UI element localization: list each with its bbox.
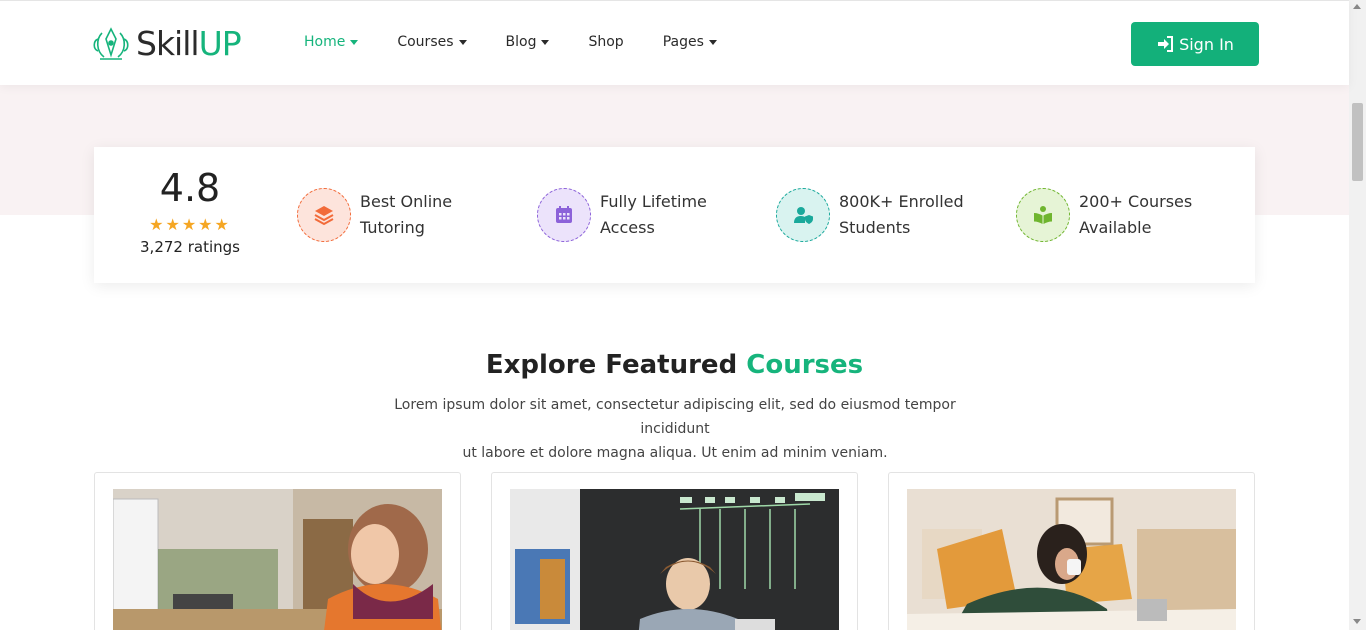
course-card[interactable]: [491, 472, 858, 630]
sign-in-icon: [1158, 36, 1174, 52]
course-image[interactable]: [907, 489, 1236, 630]
page-scrollbar[interactable]: [1349, 0, 1366, 630]
nav-item-shop[interactable]: Shop: [588, 34, 623, 50]
feature-label: 200+ Courses Available: [1079, 192, 1193, 237]
nav-item-home[interactable]: Home: [304, 34, 359, 50]
ratings-count: 3,272 ratings: [140, 238, 240, 256]
scroll-down-icon[interactable]: [1353, 619, 1361, 624]
logo[interactable]: SkillUP: [90, 24, 242, 63]
feature-label: Best Online Tutoring: [360, 192, 453, 237]
book-reader-icon: [1016, 188, 1070, 242]
feature-label: Fully Lifetime Access: [600, 192, 707, 237]
sign-in-button[interactable]: Sign In: [1131, 22, 1259, 66]
rating-value: 4.8: [159, 166, 221, 210]
section-description: Lorem ipsum dolor sit amet, consectetur …: [394, 397, 956, 461]
calendar-icon: [537, 188, 591, 242]
layers-icon: [297, 188, 351, 242]
nav-item-blog[interactable]: Blog: [506, 34, 550, 50]
chevron-down-icon: [541, 39, 550, 45]
site-header: SkillUP Home Courses Blog Shop Pages Sig…: [0, 0, 1349, 85]
chevron-down-icon: [458, 39, 467, 45]
main-nav: Home Courses Blog Shop Pages: [304, 34, 756, 50]
nav-item-pages[interactable]: Pages: [663, 34, 717, 50]
scroll-thumb[interactable]: [1352, 103, 1363, 181]
feature-label: 800K+ Enrolled Students: [839, 192, 964, 237]
course-image[interactable]: [510, 489, 839, 630]
logo-icon: [93, 26, 129, 60]
feature-courses-available: 200+ Courses Available: [1016, 188, 1219, 242]
logo-text: SkillUP: [136, 24, 242, 63]
rating-block: 4.8 ★★★★★ 3,272 ratings: [94, 147, 286, 256]
course-card[interactable]: [888, 472, 1255, 630]
feature-enrolled-students: 800K+ Enrolled Students: [776, 188, 979, 242]
star-icons: ★★★★★: [149, 215, 231, 234]
course-card[interactable]: [94, 472, 461, 630]
chevron-down-icon: [350, 39, 359, 45]
course-image[interactable]: [113, 489, 442, 630]
scroll-up-icon[interactable]: [1353, 4, 1361, 9]
feature-tutoring: Best Online Tutoring: [297, 188, 500, 242]
feature-lifetime-access: Fully Lifetime Access: [537, 188, 740, 242]
stats-card: 4.8 ★★★★★ 3,272 ratings Best Online Tutor…: [94, 147, 1255, 283]
nav-item-courses[interactable]: Courses: [397, 34, 467, 50]
section-title: Explore Featured Courses: [485, 350, 864, 380]
user-shield-icon: [776, 188, 830, 242]
chevron-down-icon: [708, 39, 717, 45]
